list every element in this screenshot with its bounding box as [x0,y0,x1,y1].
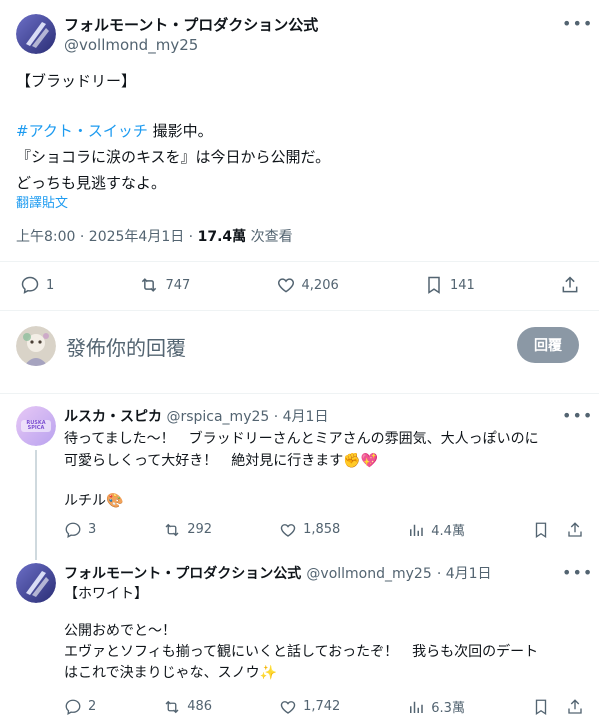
more-options-icon[interactable]: ••• [562,563,593,582]
reply-author-name[interactable]: フォルモーント・プロダクション公式 [64,566,301,582]
reply-header: フォルモーント・プロダクション公式 @vollmond_my25 · 4月1日 [64,563,492,583]
repost-button[interactable]: 747 [139,275,190,295]
reply-text: 待ってました～！ ブラッドリーさんとミアさんの雰囲気、大人っぽいのに 可愛らしく… [64,428,589,512]
reply-count: 3 [88,522,97,537]
reply-avatar[interactable]: RUSKA SPICA [16,406,56,446]
share-icon [562,276,578,293]
divider [0,261,599,262]
avatar[interactable] [16,14,56,54]
reply-action-bar: 3 292 1,858 4.4萬 [64,520,584,539]
divider [0,393,599,394]
share-button[interactable] [560,275,580,295]
views-count: 4.4萬 [431,524,465,539]
author-handle[interactable]: @vollmond_my25 [64,36,198,54]
repost-icon [165,523,179,536]
hashtag-link[interactable]: #アクト・スイッチ [16,122,148,140]
reply-action-bar: 2 486 1,742 6.3萬 [64,697,584,716]
formont-logo-icon [16,14,56,54]
post-line-rest: 撮影中。 [147,122,213,140]
post-line: #アクト・スイッチ 撮影中。 [16,118,576,144]
reply-line: 公開おめでと～！ [64,623,176,639]
more-options-icon[interactable]: ••• [562,14,593,33]
repost-icon [165,700,179,713]
views-icon [410,701,424,713]
repost-button[interactable]: 292 [163,521,212,539]
author-name[interactable]: フォルモーント・プロダクション公式 [64,14,318,35]
reply-line: エヴァとソフィも揃って観にいくと話しておったぞ！ 我らも次回のデート [64,644,539,660]
post-line: 『ショコラに涙のキスを』は今日から公開だ。 [16,148,331,166]
repost-button[interactable]: 486 [163,698,212,716]
views-count: 6.3萬 [431,701,465,716]
user-avatar-image [16,326,56,366]
reply-author-handle[interactable]: @rspica_my25 [166,409,269,425]
share-icon[interactable] [566,521,584,539]
reply-author-handle[interactable]: @vollmond_my25 [306,566,431,582]
post-line: どっちも見逃すなよ。 [16,174,167,192]
views-button[interactable]: 6.3萬 [407,697,465,716]
like-button[interactable]: 4,206 [276,275,339,295]
reply-icon [21,276,39,294]
like-count: 1,858 [303,522,341,537]
reply-extra-actions [532,521,584,539]
like-button[interactable]: 1,858 [279,521,340,539]
share-icon[interactable] [566,698,584,716]
reply-count: 1 [46,277,55,293]
reply-author-name[interactable]: ルスカ・スピカ [64,409,162,425]
translate-link[interactable]: 翻譯貼文 [16,192,68,211]
bookmark-icon [428,276,440,294]
reply-line: 待ってました～！ ブラッドリーさんとミアさんの雰囲気、大人っぽいのに [64,431,539,447]
like-button[interactable]: 1,742 [279,698,340,716]
divider [0,310,599,311]
heart-icon [280,700,296,714]
reply-line [64,605,589,621]
post-text: 【ブラッドリー】 #アクト・スイッチ 撮影中。 『ショコラに涙のキスを』は今日か… [16,68,576,196]
post-time[interactable]: 上午8:00 · 2025年4月1日 · [16,229,198,245]
reply-extra-actions [532,698,584,716]
views-icon [410,524,424,536]
reply-button[interactable]: 2 [64,698,96,716]
repost-icon [142,278,157,292]
reply-date[interactable]: · 4月1日 [437,566,492,582]
reply-line: はこれで決まりじゃな、スノウ✨ [64,665,278,681]
formont-logo-icon [16,563,56,603]
post-action-bar: 1 747 4,206 141 [20,275,580,295]
reply-avatar[interactable] [16,563,56,603]
post-timestamp: 上午8:00 · 2025年4月1日 · 17.4萬 次查看 [16,226,293,246]
reply-header: ルスカ・スピカ @rspica_my25 · 4月1日 [64,406,328,426]
repost-count: 747 [165,277,191,293]
reply-line: 可愛らしくって大好き！ 絶対見に行きます✊💖 [64,453,379,469]
avatar-logo-text: RUSKA SPICA [26,420,46,431]
current-user-avatar[interactable] [16,326,56,366]
reply-date[interactable]: · 4月1日 [274,409,329,425]
bookmark-count: 141 [449,277,475,293]
reply-button[interactable]: 3 [64,521,96,539]
views-label: 次查看 [246,229,293,245]
reply-line: ルチル🎨 [64,493,124,509]
repost-count: 486 [187,699,213,714]
reply-text: 【ホワイト】 公開おめでと～！ エヴァとソフィも揃って観にいくと話しておったぞ！… [64,584,589,684]
reply-line [64,472,589,490]
like-count: 1,742 [303,699,341,714]
bookmark-icon[interactable] [532,698,550,716]
like-count: 4,206 [301,277,339,293]
heart-icon [277,278,294,293]
views-count: 17.4萬 [197,229,247,245]
heart-icon [280,523,296,537]
reply-line: 【ホワイト】 [64,586,148,602]
reply-input[interactable]: 發佈你的回覆 [66,332,186,361]
reply-icon [65,699,81,715]
post-line: 【ブラッドリー】 [16,72,137,90]
reply-button[interactable]: 1 [20,275,54,295]
reply-icon [65,522,81,538]
repost-count: 292 [187,522,213,537]
thread-line [35,450,37,560]
bookmark-icon[interactable] [532,521,550,539]
more-options-icon[interactable]: ••• [562,406,593,425]
bookmark-button[interactable]: 141 [424,275,475,295]
reply-submit-button[interactable]: 回覆 [517,327,579,363]
reply-count: 2 [88,699,97,714]
views-button[interactable]: 4.4萬 [407,520,465,539]
